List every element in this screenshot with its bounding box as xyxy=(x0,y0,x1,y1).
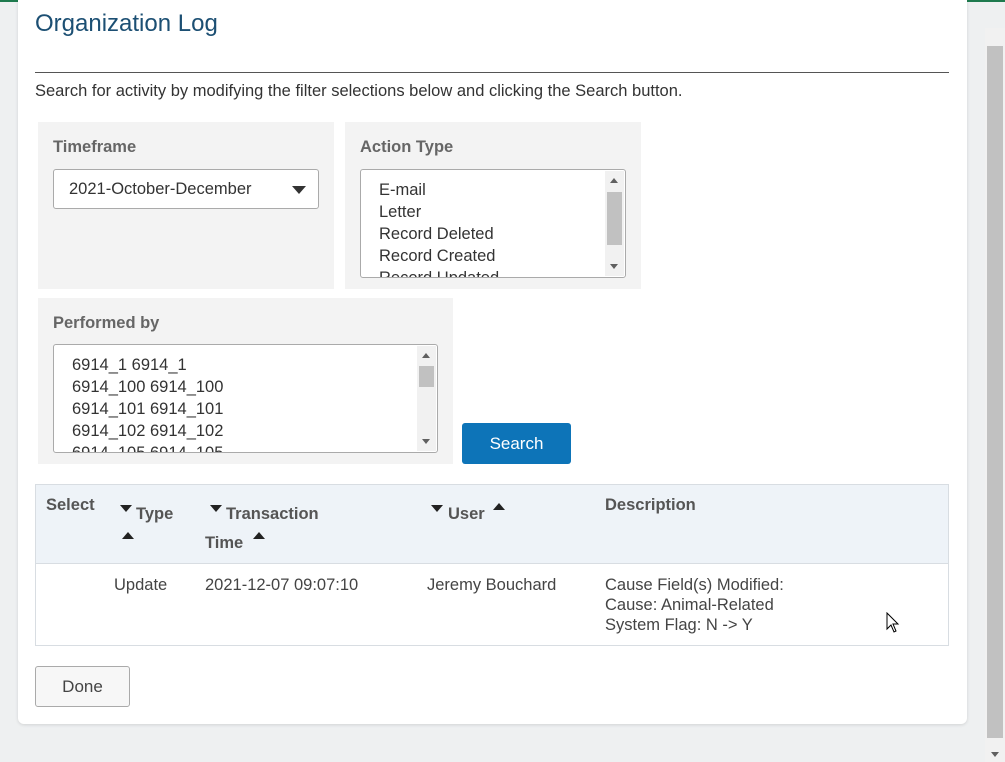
table-header: Select Type Transaction Time User Descri… xyxy=(36,485,948,564)
page-title: Organization Log xyxy=(35,10,218,37)
mouse-pointer-icon xyxy=(886,612,900,633)
performed-by-panel: Performed by 6914_1 6914_1 6914_100 6914… xyxy=(38,298,453,464)
cell-user: Jeremy Bouchard xyxy=(427,576,557,594)
scrollbar-thumb[interactable] xyxy=(607,192,622,245)
performed-by-option[interactable]: 6914_105 6914_105 xyxy=(72,442,223,452)
column-header-user[interactable]: User xyxy=(448,505,485,524)
cell-transaction-time: 2021-12-07 09:07:10 xyxy=(205,576,359,594)
performed-by-scrollbar[interactable] xyxy=(417,346,436,451)
action-type-scrollbar[interactable] xyxy=(605,171,624,276)
timeframe-label: Timeframe xyxy=(53,138,137,156)
intro-text: Search for activity by modifying the fil… xyxy=(35,82,683,100)
column-header-select: Select xyxy=(46,496,95,514)
scroll-up-arrow-icon[interactable] xyxy=(610,178,618,183)
scroll-down-arrow-icon[interactable] xyxy=(991,752,999,757)
column-header-transaction-time-line2[interactable]: Time xyxy=(205,534,243,553)
results-table: Select Type Transaction Time User Descri… xyxy=(35,484,949,646)
cell-type: Update xyxy=(114,576,168,594)
action-type-label: Action Type xyxy=(360,138,454,156)
performed-by-option[interactable]: 6914_101 6914_101 xyxy=(72,398,223,420)
description-line: Cause: Animal-Related xyxy=(605,596,774,614)
action-type-listbox[interactable]: E-mail Letter Record Deleted Record Crea… xyxy=(360,169,626,278)
performed-by-label: Performed by xyxy=(53,314,160,332)
organization-log-card: Organization Log Search for activity by … xyxy=(18,0,967,724)
scroll-down-arrow-icon[interactable] xyxy=(610,264,618,269)
cell-description: Cause Field(s) Modified: Cause: Animal-R… xyxy=(605,575,784,635)
action-type-panel: Action Type E-mail Letter Record Deleted… xyxy=(345,122,641,289)
column-header-description: Description xyxy=(605,496,696,514)
search-button[interactable]: Search xyxy=(462,423,571,464)
sort-ascending-icon[interactable] xyxy=(122,532,134,539)
chevron-down-icon xyxy=(292,186,306,194)
sort-ascending-icon[interactable] xyxy=(493,503,505,510)
sort-descending-icon[interactable] xyxy=(431,505,443,512)
performed-by-option[interactable]: 6914_1 6914_1 xyxy=(72,354,223,376)
action-type-option[interactable]: Letter xyxy=(379,201,499,223)
description-line: Cause Field(s) Modified: xyxy=(605,576,784,594)
timeframe-selected-value: 2021-October-December xyxy=(69,180,252,198)
performed-by-option[interactable]: 6914_100 6914_100 xyxy=(72,376,223,398)
page-scrollbar-thumb[interactable] xyxy=(987,46,1003,738)
action-type-option[interactable]: Record Updated xyxy=(379,267,499,277)
sort-descending-icon[interactable] xyxy=(120,505,132,512)
action-type-option[interactable]: Record Created xyxy=(379,245,499,267)
timeframe-panel: Timeframe 2021-October-December xyxy=(38,122,334,289)
column-header-type[interactable]: Type xyxy=(136,505,173,524)
title-divider xyxy=(35,72,949,73)
scroll-down-arrow-icon[interactable] xyxy=(422,439,430,444)
action-type-option[interactable]: E-mail xyxy=(379,179,499,201)
sort-ascending-icon[interactable] xyxy=(253,532,265,539)
performed-by-option[interactable]: 6914_102 6914_102 xyxy=(72,420,223,442)
column-header-transaction-time[interactable]: Transaction xyxy=(226,505,319,524)
table-row: Update 2021-12-07 09:07:10 Jeremy Boucha… xyxy=(36,565,948,645)
sort-descending-icon[interactable] xyxy=(210,505,222,512)
scroll-up-arrow-icon[interactable] xyxy=(422,353,430,358)
scrollbar-thumb[interactable] xyxy=(419,366,434,387)
performed-by-listbox[interactable]: 6914_1 6914_1 6914_100 6914_100 6914_101… xyxy=(53,344,438,453)
page-scrollbar[interactable] xyxy=(985,28,1005,762)
description-line: System Flag: N -> Y xyxy=(605,616,753,634)
timeframe-select[interactable]: 2021-October-December xyxy=(53,169,319,209)
action-type-option[interactable]: Record Deleted xyxy=(379,223,499,245)
done-button[interactable]: Done xyxy=(35,666,130,707)
